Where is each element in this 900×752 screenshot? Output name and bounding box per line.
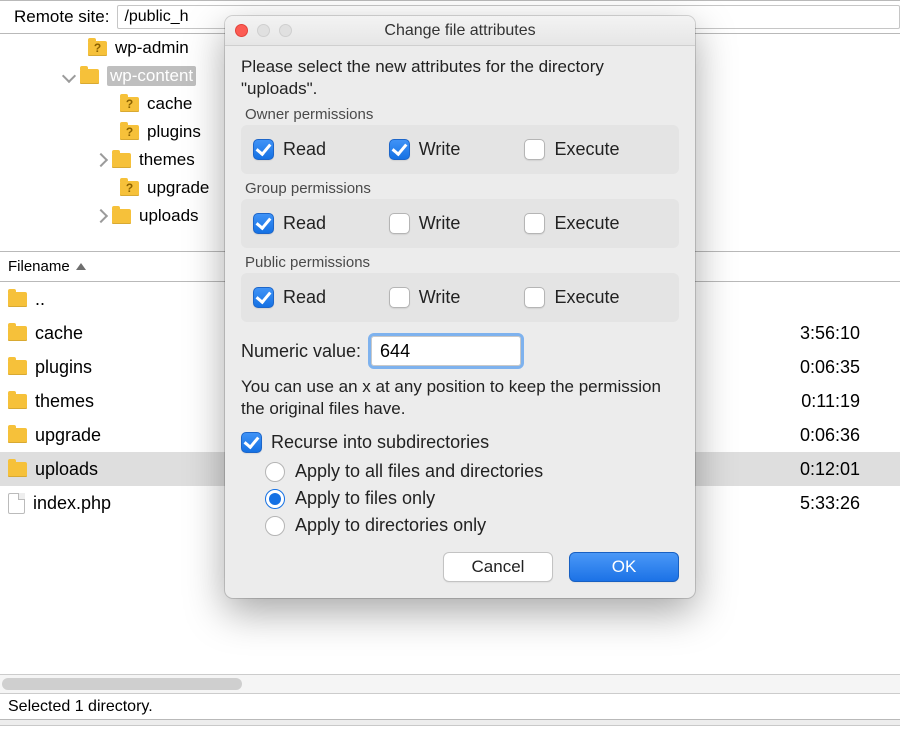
folder-icon bbox=[8, 360, 27, 375]
bottom-strip bbox=[0, 720, 900, 726]
numeric-value-input[interactable] bbox=[371, 336, 521, 366]
public-execute-checkbox[interactable] bbox=[524, 287, 545, 308]
group-write-checkbox[interactable] bbox=[389, 213, 410, 234]
file-time: 0:06:36 bbox=[800, 425, 860, 446]
folder-icon bbox=[8, 428, 27, 443]
owner-read-checkbox[interactable] bbox=[253, 139, 274, 160]
filename-column-header: Filename bbox=[8, 258, 70, 275]
group-execute-checkbox[interactable] bbox=[524, 213, 545, 234]
folder-question-icon: ? bbox=[120, 125, 139, 140]
cancel-button[interactable]: Cancel bbox=[443, 552, 553, 582]
tree-item-label: cache bbox=[147, 94, 192, 114]
recurse-label: Recurse into subdirectories bbox=[271, 432, 489, 453]
tree-item-label: themes bbox=[139, 150, 195, 170]
checkbox-label: Write bbox=[419, 287, 461, 308]
group-permissions-group: Read Write Execute bbox=[241, 199, 679, 248]
checkbox-label: Read bbox=[283, 213, 326, 234]
public-permissions-group: Read Write Execute bbox=[241, 273, 679, 322]
checkbox-label: Write bbox=[419, 139, 461, 160]
file-name: themes bbox=[35, 391, 94, 412]
radio-apply-files[interactable] bbox=[265, 489, 285, 509]
folder-icon bbox=[8, 394, 27, 409]
dialog-title: Change file attributes bbox=[225, 22, 695, 40]
chevron-right-icon[interactable] bbox=[94, 209, 108, 223]
zoom-icon bbox=[279, 24, 292, 37]
public-write-checkbox[interactable] bbox=[389, 287, 410, 308]
group-permissions-label: Group permissions bbox=[245, 180, 679, 197]
owner-permissions-label: Owner permissions bbox=[245, 106, 679, 123]
numeric-help-text: You can use an x at any position to keep… bbox=[241, 376, 679, 420]
folder-icon bbox=[112, 153, 131, 168]
numeric-value-label: Numeric value: bbox=[241, 341, 361, 362]
minimize-icon bbox=[257, 24, 270, 37]
status-text: Selected 1 directory. bbox=[8, 698, 153, 716]
owner-write-checkbox[interactable] bbox=[389, 139, 410, 160]
checkbox-label: Read bbox=[283, 287, 326, 308]
owner-permissions-group: Read Write Execute bbox=[241, 125, 679, 174]
radio-label: Apply to directories only bbox=[295, 515, 486, 536]
close-icon[interactable] bbox=[235, 24, 248, 37]
radio-label: Apply to all files and directories bbox=[295, 461, 543, 482]
checkbox-label: Execute bbox=[554, 287, 619, 308]
file-name: index.php bbox=[33, 493, 111, 514]
file-name: uploads bbox=[35, 459, 98, 480]
group-read-checkbox[interactable] bbox=[253, 213, 274, 234]
folder-icon bbox=[8, 292, 27, 307]
checkbox-label: Write bbox=[419, 213, 461, 234]
public-read-checkbox[interactable] bbox=[253, 287, 274, 308]
file-time: 3:56:10 bbox=[800, 323, 860, 344]
public-permissions-label: Public permissions bbox=[245, 254, 679, 271]
radio-apply-dirs[interactable] bbox=[265, 516, 285, 536]
file-time: 0:06:35 bbox=[800, 357, 860, 378]
sort-asc-icon bbox=[76, 263, 86, 270]
folder-icon bbox=[112, 209, 131, 224]
file-icon bbox=[8, 493, 25, 514]
radio-apply-all[interactable] bbox=[265, 462, 285, 482]
ok-button[interactable]: OK bbox=[569, 552, 679, 582]
file-time: 0:12:01 bbox=[800, 459, 860, 480]
folder-icon bbox=[80, 69, 99, 84]
checkbox-label: Execute bbox=[554, 139, 619, 160]
file-name: cache bbox=[35, 323, 83, 344]
horizontal-scrollbar[interactable] bbox=[0, 674, 900, 694]
file-time: 5:33:26 bbox=[800, 493, 860, 514]
file-name: plugins bbox=[35, 357, 92, 378]
chevron-right-icon[interactable] bbox=[94, 153, 108, 167]
recurse-option-group: Apply to all files and directories Apply… bbox=[265, 461, 679, 536]
folder-question-icon: ? bbox=[120, 181, 139, 196]
remote-site-label: Remote site: bbox=[14, 7, 109, 27]
status-bar: Selected 1 directory. bbox=[0, 694, 900, 720]
chevron-down-icon[interactable] bbox=[62, 69, 76, 83]
file-name: .. bbox=[35, 289, 45, 310]
change-attributes-dialog: Change file attributes Please select the… bbox=[225, 16, 695, 598]
owner-execute-checkbox[interactable] bbox=[524, 139, 545, 160]
scrollbar-thumb[interactable] bbox=[2, 678, 242, 690]
file-name: upgrade bbox=[35, 425, 101, 446]
checkbox-label: Execute bbox=[554, 213, 619, 234]
tree-item-label: wp-content bbox=[107, 66, 196, 86]
folder-question-icon: ? bbox=[120, 97, 139, 112]
tree-item-label: wp-admin bbox=[115, 38, 189, 58]
tree-item-label: upgrade bbox=[147, 178, 209, 198]
file-time: 0:11:19 bbox=[801, 391, 860, 412]
remote-path-value: /public_h bbox=[124, 8, 188, 26]
folder-question-icon: ? bbox=[88, 41, 107, 56]
tree-item-label: uploads bbox=[139, 206, 199, 226]
dialog-intro-text: Please select the new attributes for the… bbox=[241, 56, 679, 100]
folder-icon bbox=[8, 462, 27, 477]
recurse-checkbox[interactable] bbox=[241, 432, 262, 453]
tree-item-label: plugins bbox=[147, 122, 201, 142]
checkbox-label: Read bbox=[283, 139, 326, 160]
dialog-title-bar: Change file attributes bbox=[225, 16, 695, 46]
radio-label: Apply to files only bbox=[295, 488, 435, 509]
folder-icon bbox=[8, 326, 27, 341]
